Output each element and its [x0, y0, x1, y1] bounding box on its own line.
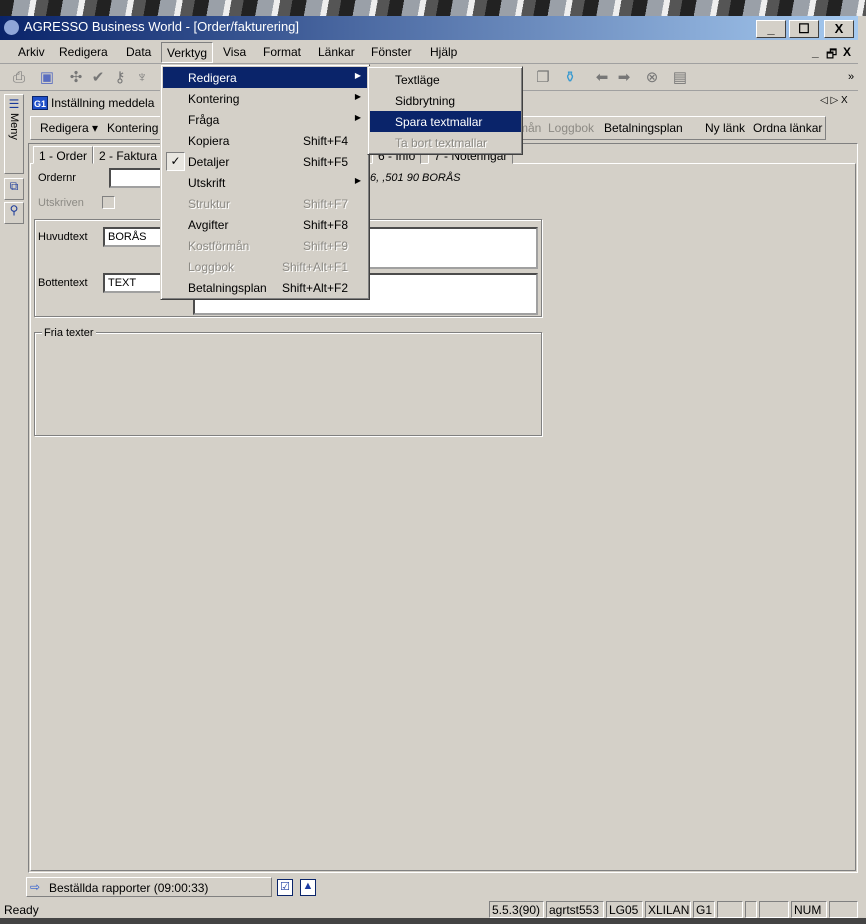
search-tab-icon[interactable]: ⚲ [4, 202, 24, 224]
menu-arkiv[interactable]: Arkiv [18, 45, 45, 59]
menu-lankar[interactable]: Länkar [318, 45, 355, 59]
status-text: Ready [4, 903, 39, 917]
doc-loggbok-button[interactable]: Loggbok [548, 121, 594, 135]
submenu-item-sidbrytning[interactable]: Sidbrytning [370, 90, 521, 111]
menu-redigera[interactable]: Redigera [59, 45, 108, 59]
document-icon[interactable]: ▤ [671, 69, 689, 86]
save-icon[interactable]: ▣ [38, 69, 56, 86]
submenu-arrow-icon: ▶ [354, 113, 361, 122]
doc-ordna-lankar-button[interactable]: Ordna länkar [753, 121, 822, 135]
verktyg-menu: Redigera ▶ Kontering ▶ Fråga ▶ Kopiera Shift… [160, 64, 370, 300]
redigera-submenu: Textläge Sidbrytning Spara textmallar Ta… [367, 66, 523, 155]
menu-fonster[interactable]: Fönster [371, 45, 412, 59]
submenu-arrow-icon: ▶ [354, 92, 361, 101]
maximize-button[interactable]: ☐ [789, 20, 819, 38]
menu-visa[interactable]: Visa [223, 45, 246, 59]
menu-item-betalningsplan[interactable]: Betalningsplan Shift+Alt+F2 [163, 277, 368, 298]
document-nav-controls[interactable]: ◁ ▷ X [820, 95, 848, 106]
checkmark-icon[interactable]: ✔ [89, 69, 107, 86]
bottles-icon[interactable]: ⚱ [561, 69, 579, 86]
menu-item-utskrift[interactable]: Utskrift ▶ [163, 172, 368, 193]
submenu-arrow-icon: ▶ [354, 71, 361, 80]
windows-tab-icon[interactable]: ⧉ [4, 178, 24, 200]
fria-texter-group [34, 332, 542, 436]
task-item-bestallda-rapporter[interactable]: ⇨ Beställda rapporter (09:00:33) [26, 877, 272, 897]
menu-item-avgifter[interactable]: Avgifter Shift+F8 [163, 214, 368, 235]
forward-arrow-icon[interactable]: ➡ [615, 69, 633, 86]
side-panel: ☰ Meny ⧉ ⚲ [4, 94, 24, 224]
key-icon[interactable]: ⚷ [111, 69, 129, 86]
doc-redigera-button[interactable]: Redigera ▾ [40, 121, 98, 135]
menu-data[interactable]: Data [126, 45, 151, 59]
utskriven-label: Utskriven [38, 197, 84, 209]
submenu-item-textlage[interactable]: Textläge [370, 69, 521, 90]
desktop-background [0, 0, 866, 16]
menu-item-loggbok: Loggbok Shift+Alt+F1 [188, 260, 348, 274]
toolbar-overflow-icon[interactable]: » [842, 69, 860, 86]
menu-item-kostformon: Kostförmån Shift+F9 [188, 239, 348, 253]
fria-texter-label: Fria texter [42, 327, 96, 339]
submenu-arrow-icon: ▶ [354, 176, 361, 185]
title-bar: AGRESSO Business World - [Order/fakturer… [0, 16, 858, 40]
report-icon: ⇨ [30, 880, 41, 894]
windows-icon[interactable]: ❐ [534, 69, 552, 86]
document-title: Inställning meddela [51, 96, 155, 110]
checkmark-icon: ✓ [166, 152, 185, 171]
status-client: G1 [693, 901, 715, 918]
meny-label: Meny [8, 113, 20, 140]
task-check-icon[interactable]: ☑ [277, 879, 293, 896]
menu-item-kopiera[interactable]: Kopiera Shift+F4 [163, 130, 368, 151]
doc-kontering-button[interactable]: Kontering [107, 121, 158, 135]
close-button[interactable]: X [824, 20, 854, 38]
menu-item-fraga[interactable]: Fråga ▶ [163, 109, 368, 130]
stop-icon[interactable]: ⊗ [643, 69, 661, 86]
mdi-minimize-button[interactable]: _ [812, 45, 819, 59]
list-icon: ☰ [8, 97, 20, 111]
status-num: NUM [791, 901, 827, 918]
back-arrow-icon[interactable]: ⬅ [593, 69, 611, 86]
desktop-bottom [0, 918, 866, 924]
tab-faktura[interactable]: 2 - Faktura [93, 146, 164, 164]
menu-hjalp[interactable]: Hjälp [430, 45, 457, 59]
address-text: 6, ,501 90 BORÅS [370, 172, 461, 184]
tab-order[interactable]: 1 - Order [33, 146, 94, 164]
menu-bar: Arkiv Redigera Data Verktyg Visa Format … [0, 40, 858, 64]
submenu-item-ta-bort-textmallar: Ta bort textmallar [395, 136, 488, 150]
status-server: agrtst553 [546, 901, 604, 918]
doc-ny-lank-button[interactable]: Ny länk [705, 121, 745, 135]
task-bell-icon[interactable]: ▲ [300, 879, 316, 896]
utskriven-checkbox[interactable] [102, 196, 115, 209]
minimize-button[interactable]: _ [756, 20, 786, 38]
app-icon [4, 20, 19, 35]
binoculars-icon[interactable]: ✣ [67, 69, 85, 86]
hierarchy-icon[interactable]: ♆ [133, 69, 151, 86]
meny-tab[interactable]: ☰ Meny [4, 94, 24, 174]
mdi-close-button[interactable]: X [843, 45, 851, 59]
menu-format[interactable]: Format [263, 45, 301, 59]
status-user: XLILAN [645, 901, 691, 918]
status-db: LG05 [606, 901, 643, 918]
task-label: Beställda rapporter (09:00:33) [49, 881, 209, 895]
menu-item-redigera[interactable]: Redigera ▶ [163, 67, 368, 88]
doc-betalningsplan-button[interactable]: Betalningsplan [604, 121, 683, 135]
menu-verktyg[interactable]: Verktyg [161, 42, 214, 63]
status-version: 5.5.3(90) [489, 901, 544, 918]
print-icon[interactable]: ⎙ [10, 69, 28, 86]
bottentext-label: Bottentext [38, 277, 88, 289]
status-panel-empty-2 [745, 901, 757, 918]
resize-grip[interactable] [829, 901, 858, 918]
status-panel-empty-1 [717, 901, 743, 918]
g1-icon: G1 [32, 96, 48, 110]
menu-item-detaljer[interactable]: ✓ Detaljer Shift+F5 [163, 151, 368, 172]
mdi-restore-button[interactable]: 🗗 [826, 45, 837, 66]
window-title: AGRESSO Business World - [Order/fakturer… [24, 19, 300, 34]
huvudtext-label: Huvudtext [38, 231, 88, 243]
menu-item-struktur: Struktur Shift+F7 [188, 197, 348, 211]
menu-item-kontering[interactable]: Kontering ▶ [163, 88, 368, 109]
ordernr-label: Ordernr [38, 172, 76, 184]
status-panel-empty-3 [759, 901, 789, 918]
submenu-item-spara-textmallar[interactable]: Spara textmallar [370, 111, 521, 132]
